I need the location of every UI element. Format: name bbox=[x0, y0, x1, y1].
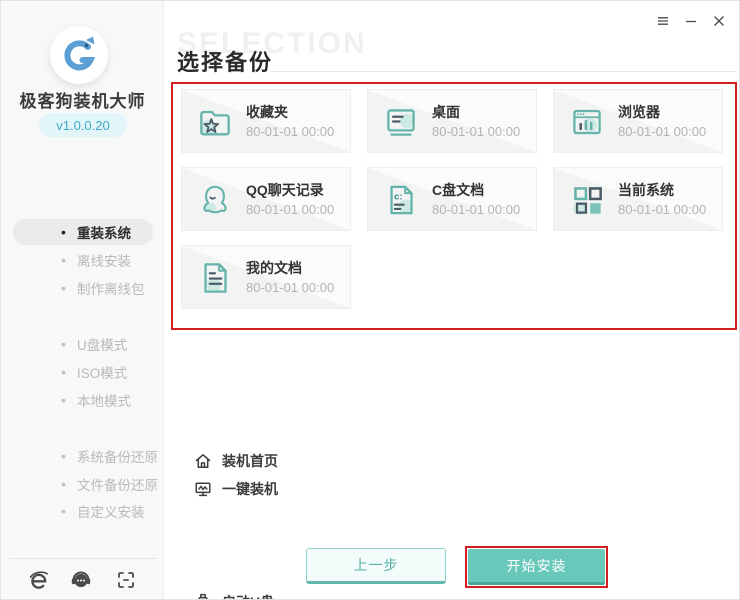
bullet-icon: • bbox=[61, 503, 66, 519]
bullet-icon: • bbox=[61, 224, 66, 240]
desktop-icon bbox=[380, 101, 422, 143]
window-controls bbox=[655, 13, 727, 29]
scan-icon[interactable] bbox=[115, 569, 137, 591]
menu-icon[interactable] bbox=[655, 13, 671, 29]
close-icon[interactable] bbox=[711, 13, 727, 29]
bullet-icon: • bbox=[61, 392, 66, 408]
sidebar-footer bbox=[1, 567, 164, 593]
folder-star-icon bbox=[194, 101, 236, 143]
app-window: 极客狗装机大师 v1.0.0.20 装机首页 一键装机 • 重装系统 bbox=[0, 0, 740, 600]
backup-card-qq-chat[interactable]: QQ聊天记录 80-01-01 00:00 bbox=[181, 167, 351, 231]
home-icon bbox=[194, 452, 212, 470]
bullet-icon: • bbox=[61, 252, 66, 268]
previous-step-button[interactable]: 上一步 bbox=[306, 548, 446, 584]
sidebar-item-offline-install[interactable]: • 离线安装 bbox=[1, 246, 164, 274]
sidebar-item-custom-install[interactable]: • 自定义安装 bbox=[1, 497, 164, 525]
annotation-rectangle-start-button: 开始安装 bbox=[465, 546, 608, 588]
backup-card-c-drive-docs[interactable]: c: C盘文档 80-01-01 00:00 bbox=[367, 167, 537, 231]
sidebar: 极客狗装机大师 v1.0.0.20 装机首页 一键装机 • 重装系统 bbox=[1, 1, 164, 600]
sidebar-item-system-backup-restore[interactable]: • 系统备份还原 bbox=[1, 442, 164, 470]
usb-icon bbox=[194, 593, 212, 600]
current-system-icon bbox=[566, 179, 608, 221]
sidebar-item-usb-mode[interactable]: • U盘模式 bbox=[1, 330, 164, 358]
sidebar-item-make-offline-pack[interactable]: • 制作离线包 bbox=[1, 274, 164, 302]
minimize-icon[interactable] bbox=[683, 13, 699, 29]
svg-text:c:: c: bbox=[394, 191, 402, 202]
backup-card-my-documents[interactable]: 我的文档 80-01-01 00:00 bbox=[181, 245, 351, 309]
bullet-icon: • bbox=[61, 336, 66, 352]
sidebar-item-local-mode[interactable]: • 本地模式 bbox=[1, 386, 164, 414]
qq-icon bbox=[194, 179, 236, 221]
main-content: SELECTION 选择备份 收藏夹 80-01-01 00:00 bbox=[165, 1, 740, 600]
sidebar-item-file-backup-restore[interactable]: • 文件备份还原 bbox=[1, 470, 164, 498]
backup-card-desktop[interactable]: 桌面 80-01-01 00:00 bbox=[367, 89, 537, 153]
version-badge: v1.0.0.20 bbox=[39, 113, 127, 137]
my-documents-icon bbox=[194, 257, 236, 299]
browser-icon bbox=[566, 101, 608, 143]
ie-browser-icon[interactable] bbox=[28, 569, 50, 591]
sidebar-item-iso-mode[interactable]: • ISO模式 bbox=[1, 358, 164, 386]
app-logo bbox=[50, 26, 108, 84]
page-title: 选择备份 bbox=[177, 45, 273, 77]
bullet-icon: • bbox=[61, 476, 66, 492]
monitor-icon bbox=[194, 480, 212, 498]
backup-card-current-system[interactable]: 当前系统 80-01-01 00:00 bbox=[553, 167, 723, 231]
bullet-icon: • bbox=[61, 448, 66, 464]
bullet-icon: • bbox=[61, 280, 66, 296]
start-install-button[interactable]: 开始安装 bbox=[468, 549, 605, 585]
sidebar-footer-divider bbox=[9, 558, 157, 559]
support-headset-icon[interactable] bbox=[70, 569, 92, 591]
bullet-icon: • bbox=[61, 364, 66, 380]
dog-g-logo-icon bbox=[59, 35, 99, 75]
app-title: 极客狗装机大师 bbox=[1, 87, 164, 112]
c-drive-doc-icon: c: bbox=[380, 179, 422, 221]
title-underline bbox=[271, 71, 736, 72]
backup-card-favorites[interactable]: 收藏夹 80-01-01 00:00 bbox=[181, 89, 351, 153]
sidebar-item-reinstall-system[interactable]: • 重装系统 bbox=[1, 218, 164, 246]
backup-card-browser[interactable]: 浏览器 80-01-01 00:00 bbox=[553, 89, 723, 153]
